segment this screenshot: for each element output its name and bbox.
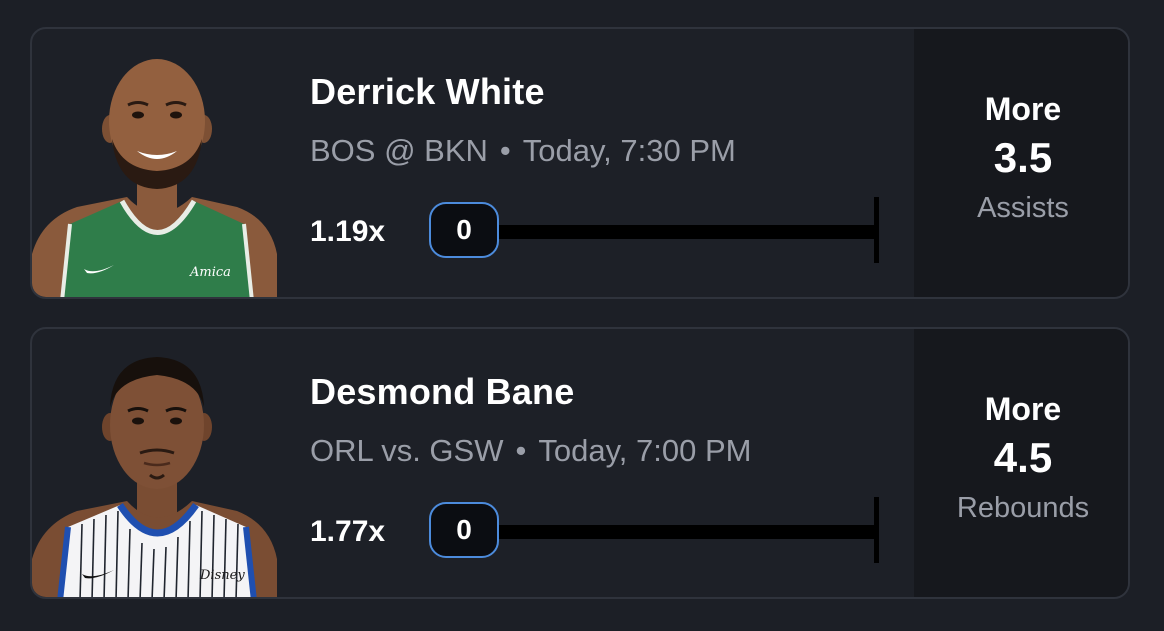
game-time: Today, 7:00 PM (538, 433, 752, 468)
progress-target-marker (874, 197, 879, 263)
stat-type: Rebounds (956, 492, 1090, 524)
stat-type: Assists (977, 192, 1069, 224)
player-headshot: Amica (32, 29, 277, 297)
game-info: ORL vs. GSW • Today, 7:00 PM (310, 433, 751, 469)
separator: • (499, 133, 511, 168)
jersey-sponsor: Amica (189, 265, 231, 280)
matchup: ORL vs. GSW (310, 433, 504, 468)
player-name: Derrick White (310, 71, 545, 112)
pick-card[interactable]: Disney Desmond Bane ORL vs. GSW • Today,… (30, 327, 1130, 599)
pick-direction: More (984, 391, 1062, 427)
projection-line: 3.5 (993, 134, 1053, 181)
player-name: Desmond Bane (310, 371, 575, 412)
player-headshot: Disney (32, 329, 277, 597)
separator: • (515, 433, 527, 468)
projection-line: 4.5 (993, 434, 1053, 481)
game-time: Today, 7:30 PM (522, 133, 736, 168)
pick-direction: More (984, 91, 1062, 127)
progress-track (472, 525, 877, 539)
pick-summary[interactable]: More 3.5 Assists (914, 29, 1128, 297)
matchup: BOS @ BKN (310, 133, 488, 168)
payout-multiplier: 1.19x (310, 215, 386, 248)
game-info: BOS @ BKN • Today, 7:30 PM (310, 133, 736, 169)
pick-card[interactable]: Amica Derrick White BOS @ BKN • Today, 7… (30, 27, 1130, 299)
progress-track (472, 225, 877, 239)
pick-summary[interactable]: More 4.5 Rebounds (914, 329, 1128, 597)
progress-target-marker (874, 497, 879, 563)
progress-value-badge: 0 (429, 202, 499, 258)
progress-value-badge: 0 (429, 502, 499, 558)
jersey-sponsor: Disney (199, 568, 245, 583)
payout-multiplier: 1.77x (310, 515, 386, 548)
